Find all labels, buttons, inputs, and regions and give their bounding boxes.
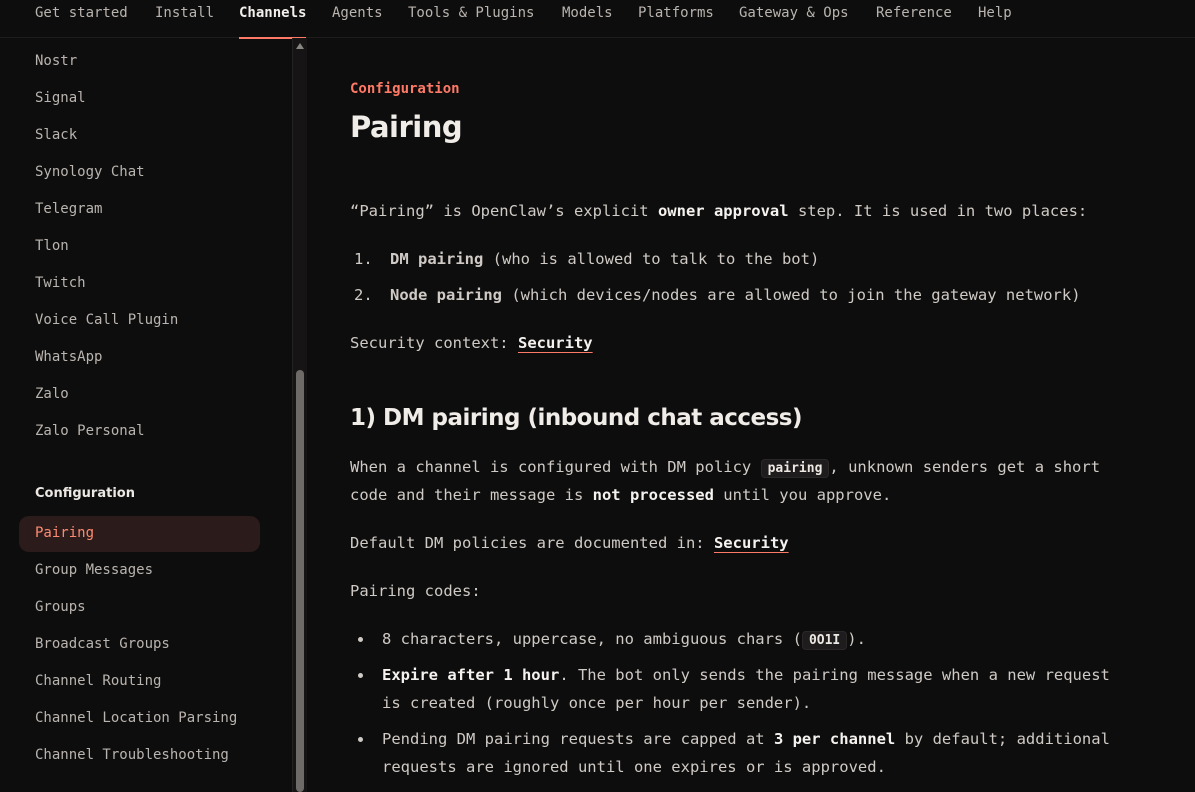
intro-text: “Pairing” is OpenClaw’s explicit [350, 202, 658, 220]
sidebar-item-pairing[interactable]: Pairing [35, 523, 94, 543]
list-item-text: 8 characters, uppercase, no ambiguous ch… [382, 630, 802, 648]
sidebar-item-channel-routing[interactable]: Channel Routing [35, 671, 161, 691]
list-item-text: Pending DM pairing requests are capped a… [382, 730, 774, 748]
tab-install[interactable]: Install [155, 0, 214, 38]
list-item-text: (who is allowed to talk to the bot) [483, 250, 820, 268]
tab-get-started[interactable]: Get started [35, 0, 128, 38]
sidebar-item-twitch[interactable]: Twitch [35, 273, 86, 293]
security-link[interactable]: Security [518, 334, 593, 352]
tab-agents[interactable]: Agents [332, 0, 383, 38]
tab-platforms[interactable]: Platforms [638, 0, 714, 38]
sidebar: Nostr Signal Slack Synology Chat Telegra… [0, 38, 292, 792]
list-item: Expire after 1 hour. The bot only sends … [382, 661, 1110, 689]
security-link[interactable]: Security [714, 534, 789, 552]
sidebar-item-nostr[interactable]: Nostr [35, 51, 77, 71]
tab-channels[interactable]: Channels [239, 0, 307, 39]
list-item-continuation: is created (roughly once per hour per se… [382, 694, 812, 712]
sidebar-item-broadcast-groups[interactable]: Broadcast Groups [35, 634, 170, 654]
list-item: 8 characters, uppercase, no ambiguous ch… [382, 625, 866, 655]
dm-pairing-paragraph-line2: code and their message is not processed … [350, 481, 891, 509]
sidebar-item-signal[interactable]: Signal [35, 88, 86, 108]
default-policies-label: Default DM policies are documented in: [350, 534, 714, 552]
sidebar-item-voice-call-plugin[interactable]: Voice Call Plugin [35, 310, 178, 330]
inline-code: pairing [760, 459, 830, 478]
inline-code: 0O1I [801, 631, 848, 650]
sidebar-item-synology-chat[interactable]: Synology Chat [35, 162, 145, 182]
bullet-icon [358, 673, 363, 678]
sidebar-item-channel-troubleshooting[interactable]: Channel Troubleshooting [35, 745, 229, 765]
list-item: DM pairing (who is allowed to talk to th… [390, 245, 819, 273]
top-nav: Get started Install Channels Agents Tool… [0, 0, 1195, 39]
list-item: Node pairing (which devices/nodes are al… [390, 281, 1081, 309]
list-item-text: by default; additional [895, 730, 1110, 748]
paragraph-text: When a channel is configured with DM pol… [350, 458, 761, 476]
sidebar-item-telegram[interactable]: Telegram [35, 199, 102, 219]
paragraph-text: until you approve. [713, 486, 892, 504]
page-title: Pairing [350, 110, 463, 144]
list-item-bold: Node pairing [390, 286, 502, 304]
sidebar-item-group-messages[interactable]: Group Messages [35, 560, 153, 580]
list-item-text: . The bot only sends the pairing message… [559, 666, 1110, 684]
bullet-icon [358, 737, 363, 742]
intro-bold: owner approval [657, 202, 789, 220]
list-number: 2. [354, 286, 373, 304]
list-item-text: (which devices/nodes are allowed to join… [501, 286, 1081, 304]
default-policies: Default DM policies are documented in: S… [350, 529, 789, 557]
scroll-up-arrow-icon[interactable] [296, 43, 304, 49]
page-eyebrow: Configuration [350, 81, 460, 97]
security-context: Security context: Security [350, 329, 593, 357]
sidebar-item-slack[interactable]: Slack [35, 125, 77, 145]
list-item-bold: DM pairing [390, 250, 484, 268]
section-heading-dm-pairing: 1) DM pairing (inbound chat access) [350, 405, 803, 431]
list-item: Pending DM pairing requests are capped a… [382, 725, 1110, 753]
intro-paragraph: “Pairing” is OpenClaw’s explicit owner a… [350, 197, 1087, 225]
sidebar-item-zalo-personal[interactable]: Zalo Personal [35, 421, 145, 441]
tab-help[interactable]: Help [978, 0, 1012, 38]
sidebar-item-whatsapp[interactable]: WhatsApp [35, 347, 102, 367]
security-context-label: Security context: [350, 334, 518, 352]
paragraph-text: , unknown senders get a short [829, 458, 1101, 476]
sidebar-scrollbar[interactable] [292, 38, 307, 792]
list-item-continuation: requests are ignored until one expires o… [382, 758, 886, 776]
list-item-text: ). [847, 630, 866, 648]
paragraph-bold: not processed [592, 486, 714, 504]
scrollbar-thumb[interactable] [296, 370, 304, 792]
sidebar-item-groups[interactable]: Groups [35, 597, 86, 617]
list-item-bold: 3 per channel [773, 730, 896, 748]
list-number: 1. [354, 250, 373, 268]
paragraph-text: code and their message is [350, 486, 593, 504]
tab-reference[interactable]: Reference [876, 0, 952, 38]
sidebar-section-configuration: Configuration [35, 486, 135, 501]
dm-pairing-paragraph-line1: When a channel is configured with DM pol… [350, 453, 1100, 483]
sidebar-item-channel-location-parsing[interactable]: Channel Location Parsing [35, 708, 237, 728]
tab-models[interactable]: Models [562, 0, 613, 38]
intro-text-end: step. It is used in two places: [788, 202, 1088, 220]
sidebar-item-zalo[interactable]: Zalo [35, 384, 69, 404]
list-item-bold: Expire after 1 hour [382, 666, 560, 684]
sidebar-item-tlon[interactable]: Tlon [35, 236, 69, 256]
bullet-icon [358, 637, 363, 642]
tab-tools-plugins[interactable]: Tools & Plugins [408, 0, 534, 38]
tab-gateway-ops[interactable]: Gateway & Ops [739, 0, 849, 38]
pairing-codes-label: Pairing codes: [350, 582, 481, 600]
